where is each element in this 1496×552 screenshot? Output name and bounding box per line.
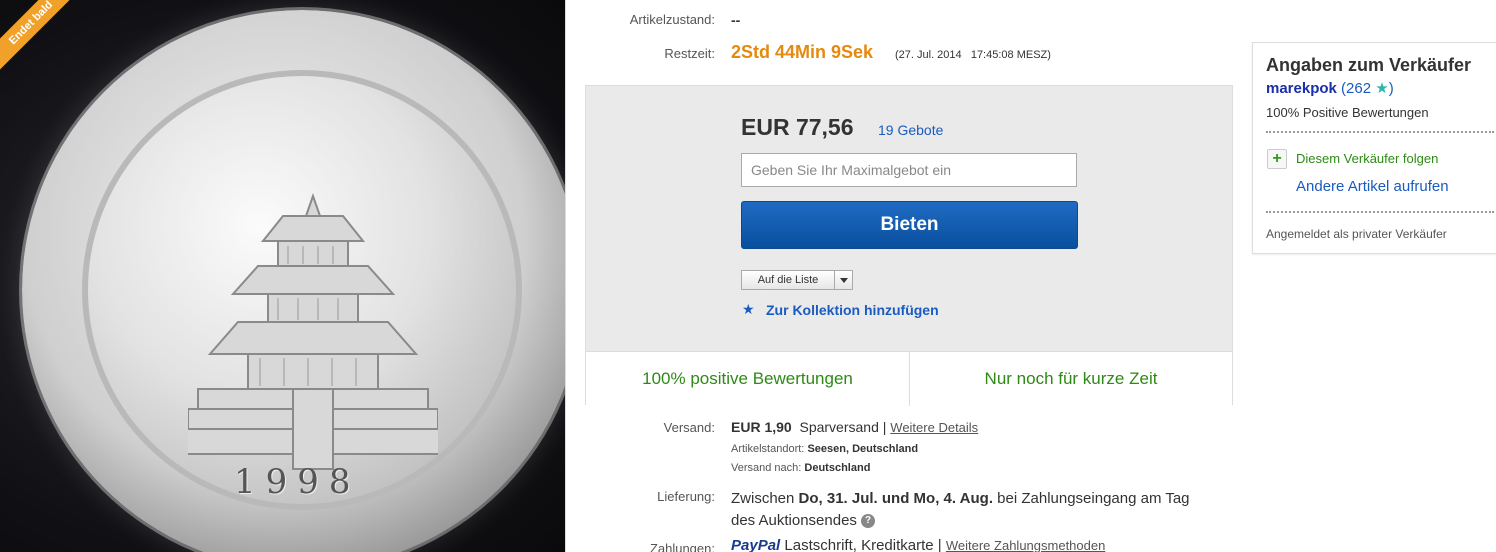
item-location: Artikelstandort: Seesen, Deutschland <box>731 443 918 455</box>
watch-list-label[interactable]: Auf die Liste <box>742 271 835 289</box>
bid-panel: EUR 77,56 19 Gebote Bieten Auf die Liste… <box>585 85 1233 406</box>
add-to-collection-link[interactable]: Zur Kollektion hinzufügen <box>766 302 939 318</box>
temple-of-heaven-relief <box>188 192 438 470</box>
delivery-suffix: bei Zahlungseingang am Tag <box>997 490 1190 507</box>
seller-type: Angemeldet als privater Verkäufer <box>1266 227 1447 241</box>
seller-name-link[interactable]: marekpok <box>1266 80 1337 97</box>
divider <box>1266 131 1494 133</box>
watch-list-button[interactable]: Auf die Liste <box>741 270 853 290</box>
bid-count-link[interactable]: 19 Gebote <box>878 122 943 138</box>
item-location-label: Artikelstandort: <box>731 443 805 455</box>
paypal-logo: PayPal <box>731 537 781 552</box>
current-price: EUR 77,56 <box>741 114 854 140</box>
seller-positive-feedback: 100% Positive Bewertungen <box>1266 105 1429 120</box>
ending-soon-ribbon: Endet bald <box>0 0 85 77</box>
more-payment-link[interactable]: Weitere Zahlungsmethoden <box>946 538 1105 552</box>
chevron-down-icon[interactable] <box>835 271 853 289</box>
star-icon: ★ <box>1375 80 1389 97</box>
seller-other-items-link[interactable]: Andere Artikel aufrufen <box>1296 178 1449 195</box>
delivery-line2: des Auktionsendes <box>731 512 857 529</box>
feedback-score-close: ) <box>1388 80 1394 97</box>
delivery-label: Lieferung: <box>657 489 715 504</box>
divider <box>1266 211 1494 213</box>
time-left-value: 2Std 44Min 9Sek <box>731 42 874 62</box>
highlights-bar: 100% positive Bewertungen Nur noch für k… <box>586 351 1232 406</box>
payment-list: Lastschrift, Kreditkarte | <box>784 537 942 552</box>
item-location-value: Seesen, Deutschland <box>807 443 919 455</box>
payment-label: Zahlungen: <box>649 541 715 552</box>
max-bid-input[interactable] <box>741 153 1077 187</box>
highlight-limited-time: Nur noch für kurze Zeit <box>984 369 1158 388</box>
coin-capsule: 1998 <box>22 10 565 552</box>
follow-seller-link[interactable]: Diesem Verkäufer folgen <box>1296 151 1438 166</box>
seller-info-panel: Angaben zum Verkäufer marekpok (262 ★) 1… <box>1252 42 1496 254</box>
delivery-prefix: Zwischen <box>731 490 795 507</box>
delivery-estimate: Zwischen Do, 31. Jul. und Mo, 4. Aug. be… <box>731 488 1190 532</box>
payment-methods: PayPal Lastschrift, Kreditkarte | Weiter… <box>731 537 1105 552</box>
feedback-score-link[interactable]: 262 <box>1346 80 1371 97</box>
ships-to-label: Versand nach: <box>731 462 802 474</box>
seller-identity: marekpok (262 ★) <box>1266 79 1394 97</box>
help-icon[interactable]: ? <box>861 514 876 529</box>
ships-to-value: Deutschland <box>804 462 871 474</box>
shipping-label: Versand: <box>663 420 715 435</box>
coin-year-text: 1998 <box>234 462 361 502</box>
shipping-details-link[interactable]: Weitere Details <box>890 420 978 435</box>
product-photo[interactable]: 1998 Endet bald <box>0 0 565 552</box>
photo-divider <box>565 0 566 552</box>
bid-button[interactable]: Bieten <box>741 201 1078 249</box>
shipping-line: EUR 1,90 Sparversand | Weitere Details <box>731 419 978 435</box>
coin-face <box>82 70 522 510</box>
ships-to: Versand nach: Deutschland <box>731 462 870 474</box>
star-icon: ★ <box>742 301 755 317</box>
end-date: (27. Jul. 2014 17:45:08 MESZ) <box>895 49 1051 61</box>
condition-value: -- <box>731 12 741 28</box>
delivery-range: Do, 31. Jul. und Mo, 4. Aug. <box>798 490 993 507</box>
seller-info-title: Angaben zum Verkäufer <box>1266 55 1472 75</box>
shipping-method: Sparversand | <box>799 419 887 435</box>
condition-label: Artikelzustand: <box>629 12 715 27</box>
plus-icon[interactable]: + <box>1267 149 1287 169</box>
highlight-positive-feedback: 100% positive Bewertungen <box>642 369 853 388</box>
time-left-label: Restzeit: <box>664 46 715 61</box>
shipping-cost: EUR 1,90 <box>731 419 792 435</box>
